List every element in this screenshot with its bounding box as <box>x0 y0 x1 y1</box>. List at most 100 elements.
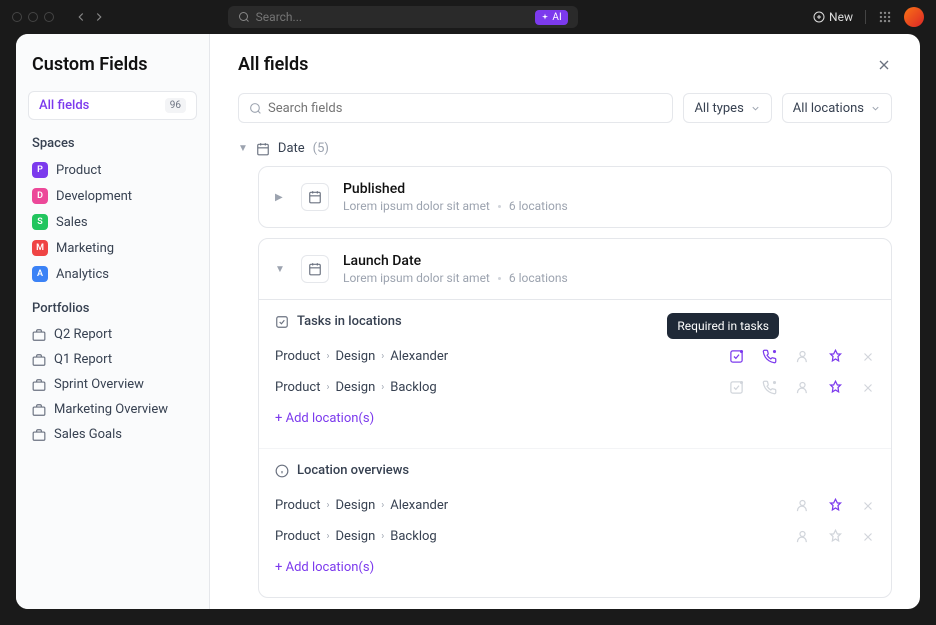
search-icon <box>249 102 262 115</box>
sidebar-item-space[interactable]: D Development <box>28 183 197 209</box>
space-label: Analytics <box>56 267 109 282</box>
search-icon <box>238 11 250 23</box>
apps-grid-icon[interactable] <box>878 10 892 24</box>
location-overviews: Location overviews Product› Design› Alex… <box>259 448 891 597</box>
field-card-launch-date: ▼ Launch Date Lorem ipsum dolor sit amet… <box>258 238 892 598</box>
space-label: Product <box>56 163 101 178</box>
nav-forward[interactable] <box>92 10 106 24</box>
close-window[interactable] <box>12 12 22 22</box>
required-toggle[interactable] <box>729 380 744 395</box>
field-row[interactable]: ▼ Launch Date Lorem ipsum dolor sit amet… <box>259 239 891 299</box>
space-icon: S <box>32 214 48 230</box>
portfolio-label: Sprint Overview <box>54 377 144 392</box>
assignee-toggle[interactable] <box>795 349 810 364</box>
locations-dropdown[interactable]: All locations <box>782 93 892 123</box>
portfolio-label: Q1 Report <box>54 352 112 367</box>
nav-back[interactable] <box>74 10 88 24</box>
new-button[interactable]: New <box>813 10 853 24</box>
global-search-input[interactable] <box>256 10 530 24</box>
field-name: Launch Date <box>343 253 875 269</box>
breadcrumb[interactable]: Product› Design› Backlog <box>275 529 437 544</box>
notify-toggle[interactable] <box>762 349 777 364</box>
tooltip: Required in tasks <box>667 313 779 339</box>
traffic-lights <box>12 12 54 22</box>
sidebar-item-space[interactable]: SSales <box>28 209 197 235</box>
remove-location[interactable] <box>861 350 875 364</box>
sidebar-item-space[interactable]: M Marketing <box>28 235 197 261</box>
space-icon: D <box>32 188 48 204</box>
ai-badge[interactable]: AI <box>535 10 567 25</box>
briefcase-icon <box>32 428 46 442</box>
remove-location[interactable] <box>861 530 875 544</box>
types-dropdown[interactable]: All types <box>683 93 771 123</box>
location-row: Product› Design› Alexander <box>275 490 875 521</box>
search-fields-input[interactable] <box>268 101 662 116</box>
portfolio-label: Q2 Report <box>54 327 112 342</box>
titlebar: AI New <box>0 0 936 34</box>
user-avatar[interactable] <box>904 7 924 27</box>
sidebar-item-portfolio[interactable]: Sales Goals <box>28 422 197 447</box>
assignee-toggle[interactable] <box>795 529 810 544</box>
field-card-published: ▶ Published Lorem ipsum dolor sit amet 6… <box>258 166 892 228</box>
assignee-toggle[interactable] <box>795 498 810 513</box>
space-icon: A <box>32 266 48 282</box>
sidebar: Custom Fields All fields 96 Spaces P Prod… <box>16 34 210 609</box>
space-icon: P <box>32 162 48 178</box>
breadcrumb[interactable]: Product› Design› Alexander <box>275 349 448 364</box>
remove-location[interactable] <box>861 381 875 395</box>
briefcase-icon <box>32 353 46 367</box>
briefcase-icon <box>32 378 46 392</box>
add-location-button[interactable]: + Add location(s) <box>275 403 875 434</box>
sidebar-item-space[interactable]: A Analytics <box>28 261 197 287</box>
pin-toggle[interactable] <box>828 349 843 364</box>
sparkle-icon <box>541 13 549 21</box>
add-location-button[interactable]: + Add location(s) <box>275 552 875 583</box>
chevron-down-icon <box>870 103 881 114</box>
global-search[interactable]: AI <box>228 6 578 28</box>
pin-toggle[interactable] <box>828 380 843 395</box>
tasks-in-locations: Tasks in locations Product› Design› Alex… <box>259 300 891 448</box>
close-panel[interactable] <box>876 57 892 73</box>
space-icon: M <box>32 240 48 256</box>
notify-toggle[interactable] <box>762 380 777 395</box>
pin-toggle[interactable] <box>828 498 843 513</box>
briefcase-icon <box>32 328 46 342</box>
close-icon <box>876 57 892 73</box>
calendar-icon <box>256 142 270 156</box>
briefcase-icon <box>32 403 46 417</box>
space-label: Marketing <box>56 241 114 256</box>
sidebar-item-portfolio[interactable]: Sprint Overview <box>28 372 197 397</box>
collapse-toggle[interactable]: ▼ <box>275 264 287 275</box>
required-toggle[interactable] <box>729 349 744 364</box>
sidebar-item-portfolio[interactable]: Marketing Overview <box>28 397 197 422</box>
expand-toggle[interactable]: ▶ <box>275 192 287 203</box>
location-row: Product› Design› Alexander Required in t… <box>275 341 875 372</box>
space-label: Development <box>56 189 132 204</box>
breadcrumb[interactable]: Product› Design› Backlog <box>275 380 437 395</box>
portfolio-label: Sales Goals <box>54 427 122 442</box>
minimize-window[interactable] <box>28 12 38 22</box>
main-panel: All fields All types All locations <box>210 34 920 609</box>
remove-location[interactable] <box>861 499 875 513</box>
calendar-icon <box>301 255 329 283</box>
page-title: All fields <box>238 54 308 75</box>
assignee-toggle[interactable] <box>795 380 810 395</box>
plus-circle-icon <box>813 11 825 23</box>
field-name: Published <box>343 181 875 197</box>
sidebar-item-portfolio[interactable]: Q1 Report <box>28 347 197 372</box>
pin-toggle[interactable] <box>828 529 843 544</box>
sidebar-title: Custom Fields <box>28 54 197 75</box>
maximize-window[interactable] <box>44 12 54 22</box>
info-icon <box>275 464 289 478</box>
sidebar-item-portfolio[interactable]: Q2 Report <box>28 322 197 347</box>
all-fields-nav[interactable]: All fields 96 <box>28 91 197 120</box>
group-header-date[interactable]: ▼ Date (5) <box>238 141 892 156</box>
field-row[interactable]: ▶ Published Lorem ipsum dolor sit amet 6… <box>259 167 891 227</box>
portfolio-label: Marketing Overview <box>54 402 168 417</box>
divider <box>865 10 866 24</box>
breadcrumb[interactable]: Product› Design› Alexander <box>275 498 448 513</box>
spaces-label: Spaces <box>32 136 197 151</box>
sidebar-item-space[interactable]: P Product <box>28 157 197 183</box>
location-row: Product› Design› Backlog <box>275 521 875 552</box>
search-fields[interactable] <box>238 93 673 123</box>
